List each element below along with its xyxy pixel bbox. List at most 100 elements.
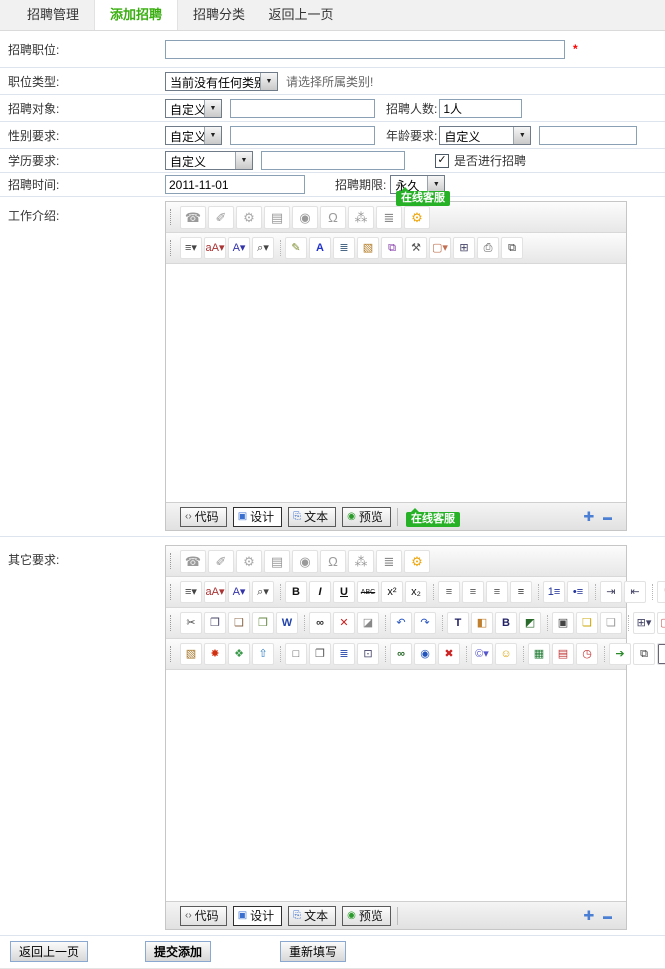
background-color-icon[interactable]: B: [495, 612, 517, 634]
flash-icon[interactable]: ✸: [204, 643, 226, 665]
line-spacing-icon[interactable]: ≡▾: [180, 581, 202, 603]
shapes-stack-icon[interactable]: ❖: [228, 643, 250, 665]
paste-icon[interactable]: ❑: [228, 612, 250, 634]
age-select[interactable]: 自定义 ▼: [439, 126, 531, 145]
gear-outline-icon[interactable]: ⚙: [236, 206, 262, 229]
phone-icon[interactable]: ☎: [180, 206, 206, 229]
globe-icon[interactable]: ◉: [292, 206, 318, 229]
text-color-icon[interactable]: T: [447, 612, 469, 634]
target-select[interactable]: 自定义 ▼: [165, 99, 222, 118]
editor-tab-design[interactable]: ▣ 设计: [233, 507, 282, 527]
globe-icon[interactable]: ◉: [292, 550, 318, 573]
superscript-icon[interactable]: x²: [381, 581, 403, 603]
headset-icon[interactable]: Ω: [320, 206, 346, 229]
selection-marquee-icon[interactable]: ▢▾: [657, 612, 665, 634]
tab-add-recruit[interactable]: 添加招聘: [94, 0, 178, 30]
toolbar-handle[interactable]: [170, 615, 174, 631]
copy-icon[interactable]: ❐: [204, 612, 226, 634]
undo-icon[interactable]: ↶: [390, 612, 412, 634]
help-icon[interactable]: ?: [657, 643, 665, 665]
editor-tab-text[interactable]: ⎘ 文本: [288, 906, 336, 926]
stamp-icon[interactable]: ✐: [208, 550, 234, 573]
recruit-enabled-checkbox[interactable]: ✓: [435, 154, 449, 168]
submit-button[interactable]: 提交添加: [145, 941, 211, 962]
remove-row-icon[interactable]: ▬: [598, 911, 616, 921]
xyz-calendar-icon[interactable]: □: [285, 643, 307, 665]
list-settings-icon[interactable]: ≣: [376, 550, 402, 573]
panel-icon[interactable]: ▤: [264, 550, 290, 573]
italic-icon[interactable]: I: [309, 581, 331, 603]
emoticon-icon[interactable]: ☺: [495, 643, 517, 665]
insert-image-icon[interactable]: ▧: [357, 237, 379, 259]
outdent-icon[interactable]: ⇤: [624, 581, 646, 603]
unordered-list-icon[interactable]: •≡: [567, 581, 589, 603]
editor-tab-text[interactable]: ⎘ 文本: [288, 507, 336, 527]
tools-icon[interactable]: ⚒: [405, 237, 427, 259]
panel-icon[interactable]: ▤: [264, 206, 290, 229]
zoom-icon[interactable]: ⌕▾: [252, 581, 274, 603]
underline-icon[interactable]: U: [333, 581, 355, 603]
font-name-icon[interactable]: aA▾: [204, 237, 226, 259]
dropdown-arrow-icon[interactable]: ▼: [204, 100, 221, 117]
font-size-icon[interactable]: A▾: [228, 237, 250, 259]
other-requirements-content[interactable]: [166, 670, 626, 901]
bold-icon[interactable]: B: [285, 581, 307, 603]
align-right-icon[interactable]: ≡: [486, 581, 508, 603]
gender-input[interactable]: [230, 126, 375, 145]
strikethrough-icon[interactable]: ABC: [357, 581, 379, 603]
editor-tab-code[interactable]: ‹› 代码: [180, 906, 227, 926]
dropdown-arrow-icon[interactable]: ▼: [513, 127, 530, 144]
editor-tab-design[interactable]: ▣ 设计: [233, 906, 282, 926]
copyright-icon[interactable]: ©▾: [471, 643, 493, 665]
eraser-icon[interactable]: ◪: [357, 612, 379, 634]
target-input[interactable]: [230, 99, 375, 118]
subscript-icon[interactable]: x₂: [405, 581, 427, 603]
cut-icon[interactable]: ✂: [180, 612, 202, 634]
table-icon[interactable]: ⊞: [453, 237, 475, 259]
export-icon[interactable]: ➔: [609, 643, 631, 665]
font-color-icon[interactable]: A: [309, 237, 331, 259]
sort-paragraph-icon[interactable]: ≣: [333, 237, 355, 259]
tab-back-page[interactable]: 返回上一页: [260, 0, 342, 30]
documents-icon[interactable]: ❐: [309, 643, 331, 665]
add-row-icon[interactable]: ✚: [580, 908, 598, 924]
job-description-content[interactable]: [166, 264, 626, 502]
horizontal-rule-icon[interactable]: ≣: [333, 643, 355, 665]
dropdown-arrow-icon[interactable]: ▼: [260, 73, 277, 90]
bring-front-icon[interactable]: ❏: [576, 612, 598, 634]
up-anchor-icon[interactable]: ⇧: [252, 643, 274, 665]
zoom-icon[interactable]: ⌕▾: [252, 237, 274, 259]
job-title-input[interactable]: [165, 40, 565, 59]
stamp-icon[interactable]: ✐: [208, 206, 234, 229]
headset-icon[interactable]: Ω: [320, 550, 346, 573]
remove-link-icon[interactable]: ✖: [438, 643, 460, 665]
popup-window-icon[interactable]: ⧉: [501, 237, 523, 259]
remove-row-icon[interactable]: ▬: [598, 512, 616, 522]
indent-icon[interactable]: ⇥: [600, 581, 622, 603]
editor-tab-preview[interactable]: ◉ 预览: [342, 507, 391, 527]
note-edit-icon[interactable]: ✎: [285, 237, 307, 259]
redo-icon[interactable]: ↷: [414, 612, 436, 634]
align-justify-icon[interactable]: ≡: [510, 581, 532, 603]
layer-icon[interactable]: ▣: [552, 612, 574, 634]
date-icon[interactable]: ▤: [552, 643, 574, 665]
popup-window-icon[interactable]: ⧉: [633, 643, 655, 665]
reset-button[interactable]: 重新填写: [280, 941, 346, 962]
paste-special-icon[interactable]: ❒: [252, 612, 274, 634]
import-table-icon[interactable]: ▦: [528, 643, 550, 665]
font-size-icon[interactable]: A▾: [228, 581, 250, 603]
time-input[interactable]: [165, 175, 305, 194]
education-select[interactable]: 自定义 ▼: [165, 151, 253, 170]
list-settings-icon[interactable]: ≣: [376, 206, 402, 229]
insert-image-icon[interactable]: ▧: [180, 643, 202, 665]
add-row-icon[interactable]: ✚: [580, 509, 598, 525]
marquee-text-icon[interactable]: ⊡: [357, 643, 379, 665]
toolbar-handle[interactable]: [170, 240, 174, 256]
send-back-icon[interactable]: ❏: [600, 612, 622, 634]
contrast-icon[interactable]: ◩: [519, 612, 541, 634]
select-cursor-icon[interactable]: ↖: [657, 581, 665, 603]
editor-tab-code[interactable]: ‹› 代码: [180, 507, 227, 527]
toolbar-handle[interactable]: [170, 553, 174, 569]
print-icon[interactable]: ⎙: [477, 237, 499, 259]
toolbar-handle[interactable]: [170, 209, 174, 225]
